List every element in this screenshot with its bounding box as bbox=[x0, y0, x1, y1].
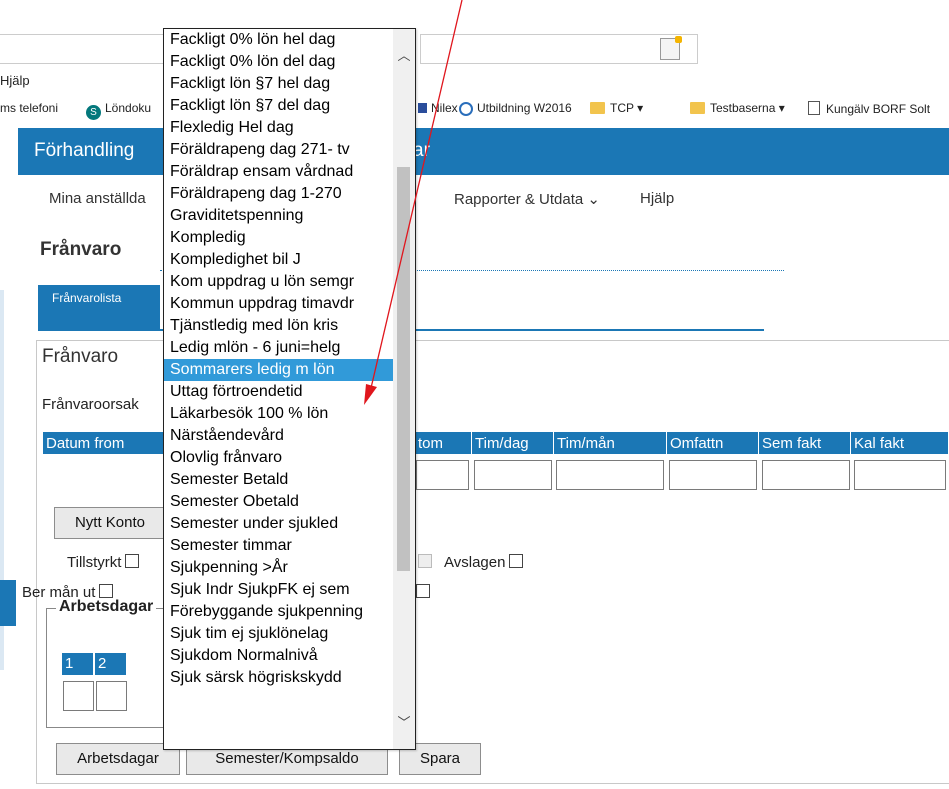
dropdown-option[interactable]: Kompledighet bil J bbox=[164, 249, 415, 271]
app-header bbox=[18, 128, 949, 175]
ie-icon bbox=[459, 102, 473, 116]
panel-title: Frånvaro bbox=[42, 346, 119, 367]
avslagen-checkbox[interactable] bbox=[509, 554, 524, 568]
ber-man-ut-checkbox[interactable] bbox=[99, 584, 114, 598]
folder-icon bbox=[590, 102, 605, 114]
dropdown-option[interactable]: Föräldrapeng dag 1-270 bbox=[164, 183, 415, 205]
col-tom: tom bbox=[415, 432, 472, 454]
tab-strip bbox=[420, 34, 698, 64]
nav-hjalp[interactable]: Hjälp bbox=[640, 190, 674, 207]
left-edge-accent bbox=[0, 580, 16, 626]
day-input[interactable] bbox=[96, 681, 127, 711]
new-tab-icon[interactable] bbox=[660, 36, 682, 60]
dropdown-option[interactable]: Olovlig frånvaro bbox=[164, 447, 415, 469]
dropdown-option[interactable]: Tjänstledig med lön kris bbox=[164, 315, 415, 337]
option-checkbox[interactable] bbox=[416, 584, 430, 602]
dropdown-option[interactable]: Semester timmar bbox=[164, 535, 415, 557]
tim-man-input[interactable] bbox=[556, 460, 664, 490]
dropdown-option[interactable]: Flexledig Hel dag bbox=[164, 117, 415, 139]
scrollbar-thumb[interactable] bbox=[397, 167, 410, 571]
option-list: Fackligt 0% lön hel dag Fackligt 0% lön d… bbox=[164, 29, 415, 689]
dropdown-option[interactable]: Sjukpenning >År bbox=[164, 557, 415, 579]
day-header: 2 bbox=[95, 653, 126, 675]
dropdown-option[interactable]: Läkarbesök 100 % lön bbox=[164, 403, 415, 425]
dropdown-option[interactable]: Föräldrap ensam vårdnad bbox=[164, 161, 415, 183]
bookmark-item[interactable]: S Löndoku bbox=[86, 101, 151, 120]
nilex-icon bbox=[418, 103, 427, 113]
page-icon bbox=[808, 101, 820, 115]
bookmark-folder[interactable]: Testbaserna ▾ bbox=[690, 101, 785, 115]
dropdown-option[interactable]: Fackligt lön §7 del dag bbox=[164, 95, 415, 117]
bookmark-item[interactable]: ms telefoni bbox=[0, 101, 58, 115]
arbetsdagar-button[interactable]: Arbetsdagar bbox=[56, 743, 180, 775]
dropdown-option[interactable]: Graviditetspenning bbox=[164, 205, 415, 227]
kal-fakt-input[interactable] bbox=[854, 460, 946, 490]
arbetsdagar-legend: Arbetsdagar bbox=[56, 598, 157, 616]
col-omfattn: Omfattn bbox=[667, 432, 759, 454]
dropdown-option[interactable]: Semester Betald bbox=[164, 469, 415, 491]
dropdown-option[interactable]: Sommarers ledig m lön bbox=[164, 359, 415, 381]
dropdown-option[interactable]: Kommun uppdrag timavdr bbox=[164, 293, 415, 315]
dropdown-option[interactable]: Kom uppdrag u lön semgr bbox=[164, 271, 415, 293]
col-tim-dag: Tim/dag bbox=[472, 432, 554, 454]
bookmark-folder[interactable]: TCP ▾ bbox=[590, 101, 643, 115]
franvaroorsak-dropdown-list[interactable]: Fackligt 0% lön hel dag Fackligt 0% lön d… bbox=[163, 28, 416, 750]
tab-franvarolista[interactable]: Frånvarolista bbox=[38, 285, 160, 331]
nav-mina-anstallda[interactable]: Mina anställda bbox=[49, 190, 146, 207]
scroll-up-icon[interactable]: ︿ bbox=[394, 45, 414, 67]
col-datum-from: Datum from bbox=[43, 432, 165, 454]
day-input[interactable] bbox=[63, 681, 94, 711]
dropdown-option[interactable]: Ledig mlön - 6 juni=helg bbox=[164, 337, 415, 359]
dropdown-option[interactable]: Uttag förtroendetid bbox=[164, 381, 415, 403]
dropdown-option[interactable]: Sjuk särsk högriskskydd bbox=[164, 667, 415, 689]
dropdown-option[interactable]: Sjuk tim ej sjuklönelag bbox=[164, 623, 415, 645]
dropdown-option[interactable]: Sjukdom Normalnivå bbox=[164, 645, 415, 667]
col-tim-man: Tim/mån bbox=[554, 432, 667, 454]
tom-input[interactable] bbox=[416, 460, 469, 490]
col-kal-fakt: Kal fakt bbox=[851, 432, 949, 454]
dropdown-option[interactable]: Fackligt lön §7 hel dag bbox=[164, 73, 415, 95]
dropdown-option[interactable]: Semester under sjukled bbox=[164, 513, 415, 535]
disabled-checkbox bbox=[418, 554, 432, 568]
main-nav: Mina anställda Rapporter & Utdata ⌄ Hjäl… bbox=[18, 180, 949, 220]
bookmark-item[interactable]: Kungälv BORF Solt bbox=[808, 101, 930, 116]
nav-rapporter[interactable]: Rapporter & Utdata ⌄ bbox=[454, 190, 600, 208]
dropdown-option[interactable]: Förebyggande sjukpenning bbox=[164, 601, 415, 623]
browser-menu-help[interactable]: Hjälp bbox=[0, 73, 30, 88]
nytt-konto-button[interactable]: Nytt Konto bbox=[54, 507, 166, 539]
dropdown-option[interactable]: Kompledig bbox=[164, 227, 415, 249]
dropdown-option[interactable]: Sjuk Indr SjukpFK ej sem bbox=[164, 579, 415, 601]
sharepoint-icon: S bbox=[86, 105, 101, 120]
app-title[interactable]: Förhandling bbox=[34, 140, 134, 162]
tillstyrkt-checkbox[interactable] bbox=[125, 554, 140, 568]
day-header: 1 bbox=[62, 653, 93, 675]
dropdown-option[interactable]: Fackligt 0% lön del dag bbox=[164, 51, 415, 73]
franvaroorsak-label: Frånvaroorsak bbox=[42, 396, 139, 413]
avslagen-label: Avslagen bbox=[418, 554, 524, 571]
bookmark-item[interactable]: Utbildning W2016 bbox=[459, 101, 572, 116]
page-title: Frånvaro bbox=[40, 239, 122, 260]
folder-icon bbox=[690, 102, 705, 114]
dropdown-option[interactable]: Fackligt 0% lön hel dag bbox=[164, 29, 415, 51]
dropdown-option[interactable]: Närståendevård bbox=[164, 425, 415, 447]
scroll-down-icon[interactable]: ﹀ bbox=[394, 712, 414, 734]
bookmarks-bar: ms telefoni S Löndoku Nilex Utbildning W2… bbox=[0, 95, 949, 123]
bookmark-item[interactable]: Nilex bbox=[418, 101, 458, 115]
sem-fakt-input[interactable] bbox=[762, 460, 850, 490]
tim-dag-input[interactable] bbox=[474, 460, 552, 490]
omfattn-input[interactable] bbox=[669, 460, 757, 490]
dropdown-option[interactable]: Föräldrapeng dag 271- tv bbox=[164, 139, 415, 161]
tillstyrkt-label: Tillstyrkt bbox=[67, 554, 140, 571]
dropdown-option[interactable]: Semester Obetald bbox=[164, 491, 415, 513]
col-sem-fakt: Sem fakt bbox=[759, 432, 851, 454]
